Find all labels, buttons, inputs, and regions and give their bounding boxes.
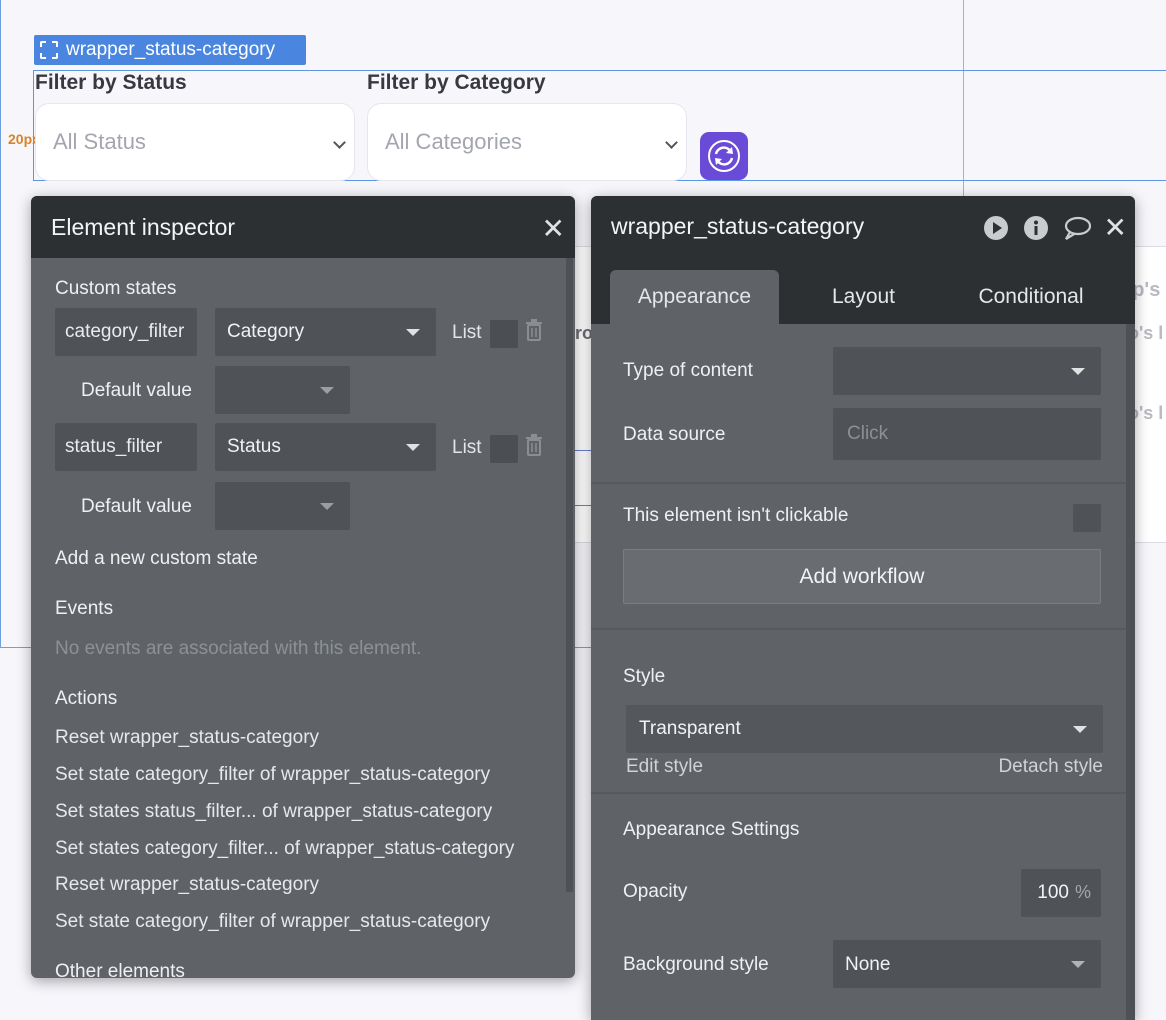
editor-scrollbar[interactable] xyxy=(1126,324,1135,1020)
events-label: Events xyxy=(55,598,114,619)
dropdown-arrow-icon xyxy=(1071,368,1085,375)
style-value: Transparent xyxy=(639,718,741,739)
custom-states-label: Custom states xyxy=(55,278,177,299)
data-source-field[interactable]: Click xyxy=(833,408,1101,460)
default-value-dropdown[interactable] xyxy=(215,366,350,414)
background-line xyxy=(575,505,592,506)
background-line xyxy=(575,450,592,451)
detach-style-link[interactable]: Detach style xyxy=(998,756,1103,778)
appearance-settings-label: Appearance Settings xyxy=(623,819,800,840)
inspector-header: Element inspector ✕ xyxy=(31,196,575,258)
editor-header: wrapper_status-category ✕ Appearance Lay… xyxy=(591,196,1135,324)
divider xyxy=(591,628,1135,630)
add-custom-state-link[interactable]: Add a new custom state xyxy=(55,548,258,570)
trash-icon[interactable] xyxy=(525,319,543,341)
state-type-value: Status xyxy=(227,436,281,457)
comment-icon[interactable] xyxy=(1062,214,1092,242)
opacity-field[interactable]: 100 % xyxy=(1021,869,1101,917)
page-boundary-left xyxy=(0,0,1,648)
opacity-unit: % xyxy=(1074,882,1091,902)
events-empty-text: No events are associated with this eleme… xyxy=(55,638,422,659)
property-editor-panel: wrapper_status-category ✕ Appearance Lay… xyxy=(591,196,1135,1020)
action-item[interactable]: Set states category_filter... of wrapper… xyxy=(55,838,514,860)
state-type-dropdown[interactable]: Category xyxy=(215,308,436,356)
opacity-value: 100 xyxy=(1037,882,1069,903)
divider xyxy=(591,482,1135,484)
chevron-down-icon xyxy=(333,136,346,149)
editor-tabs: Appearance Layout Conditional xyxy=(591,270,1135,324)
close-icon[interactable]: ✕ xyxy=(1104,214,1127,242)
filter-category-label: Filter by Category xyxy=(367,71,546,94)
actions-label: Actions xyxy=(55,688,118,709)
tab-appearance[interactable]: Appearance xyxy=(610,270,779,324)
info-icon[interactable] xyxy=(1022,214,1050,242)
action-item[interactable]: Set state category_filter of wrapper_sta… xyxy=(55,911,490,933)
tab-layout[interactable]: Layout xyxy=(791,270,936,324)
background-style-value: None xyxy=(845,954,891,975)
style-dropdown[interactable]: Transparent xyxy=(626,705,1103,753)
action-item[interactable]: Reset wrapper_status-category xyxy=(55,727,319,749)
divider xyxy=(591,792,1135,794)
dropdown-arrow-icon xyxy=(320,387,334,394)
editor-title: wrapper_status-category xyxy=(611,213,865,239)
action-item[interactable]: Set states status_filter... of wrapper_s… xyxy=(55,801,492,823)
state-type-dropdown[interactable]: Status xyxy=(215,423,436,471)
add-workflow-button[interactable]: Add workflow xyxy=(623,549,1101,604)
play-icon[interactable] xyxy=(982,214,1010,242)
inspector-title: Element inspector xyxy=(51,213,236,240)
chevron-down-icon xyxy=(665,136,678,149)
status-dropdown[interactable]: All Status xyxy=(35,103,355,181)
dropdown-arrow-icon xyxy=(406,444,420,451)
category-dropdown[interactable]: All Categories xyxy=(367,103,687,181)
not-clickable-label: This element isn't clickable xyxy=(623,505,849,526)
default-value-label: Default value xyxy=(81,496,192,517)
refresh-button[interactable] xyxy=(700,132,748,180)
selected-element-name: wrapper_status-category xyxy=(66,39,276,60)
selection-icon xyxy=(40,41,58,59)
default-value-dropdown[interactable] xyxy=(215,482,350,530)
action-item[interactable]: Set state category_filter of wrapper_sta… xyxy=(55,764,490,786)
opacity-label: Opacity xyxy=(623,881,688,902)
state-type-value: Category xyxy=(227,321,305,342)
not-clickable-checkbox[interactable] xyxy=(1073,504,1101,532)
type-of-content-dropdown[interactable] xyxy=(833,347,1101,395)
list-label: List xyxy=(452,322,482,343)
category-dropdown-value: All Categories xyxy=(385,129,522,154)
status-dropdown-value: All Status xyxy=(53,129,146,154)
dropdown-arrow-icon xyxy=(320,503,334,510)
dropdown-arrow-icon xyxy=(1073,726,1087,733)
edit-style-link[interactable]: Edit style xyxy=(626,756,703,778)
element-inspector-panel: Element inspector ✕ Custom states catego… xyxy=(31,196,575,978)
filter-status-label: Filter by Status xyxy=(35,71,187,94)
background-style-label: Background style xyxy=(623,954,769,975)
dropdown-arrow-icon xyxy=(1071,961,1085,968)
state-name-field[interactable]: category_filter xyxy=(55,308,197,356)
close-icon[interactable]: ✕ xyxy=(542,215,565,243)
state-name-field[interactable]: status_filter xyxy=(55,423,197,471)
action-item[interactable]: Reset wrapper_status-category xyxy=(55,874,319,896)
editor-header-icons: ✕ xyxy=(982,214,1127,242)
inspector-scrollbar[interactable] xyxy=(566,258,573,892)
default-value-label: Default value xyxy=(81,380,192,401)
data-source-placeholder: Click xyxy=(847,423,889,444)
trash-icon[interactable] xyxy=(525,434,543,456)
selected-element-tag[interactable]: wrapper_status-category xyxy=(34,35,306,65)
refresh-icon xyxy=(708,140,740,172)
style-label: Style xyxy=(623,666,666,687)
tab-conditional[interactable]: Conditional xyxy=(946,270,1116,324)
type-of-content-label: Type of content xyxy=(623,360,753,381)
dropdown-arrow-icon xyxy=(406,329,420,336)
inspector-body: Custom states category_filter Category L… xyxy=(31,258,575,978)
list-checkbox[interactable] xyxy=(490,320,518,348)
other-elements-label: Other elements xyxy=(55,961,185,978)
list-checkbox[interactable] xyxy=(490,435,518,463)
background-style-dropdown[interactable]: None xyxy=(833,940,1101,988)
data-source-label: Data source xyxy=(623,424,726,445)
list-label: List xyxy=(452,437,482,458)
